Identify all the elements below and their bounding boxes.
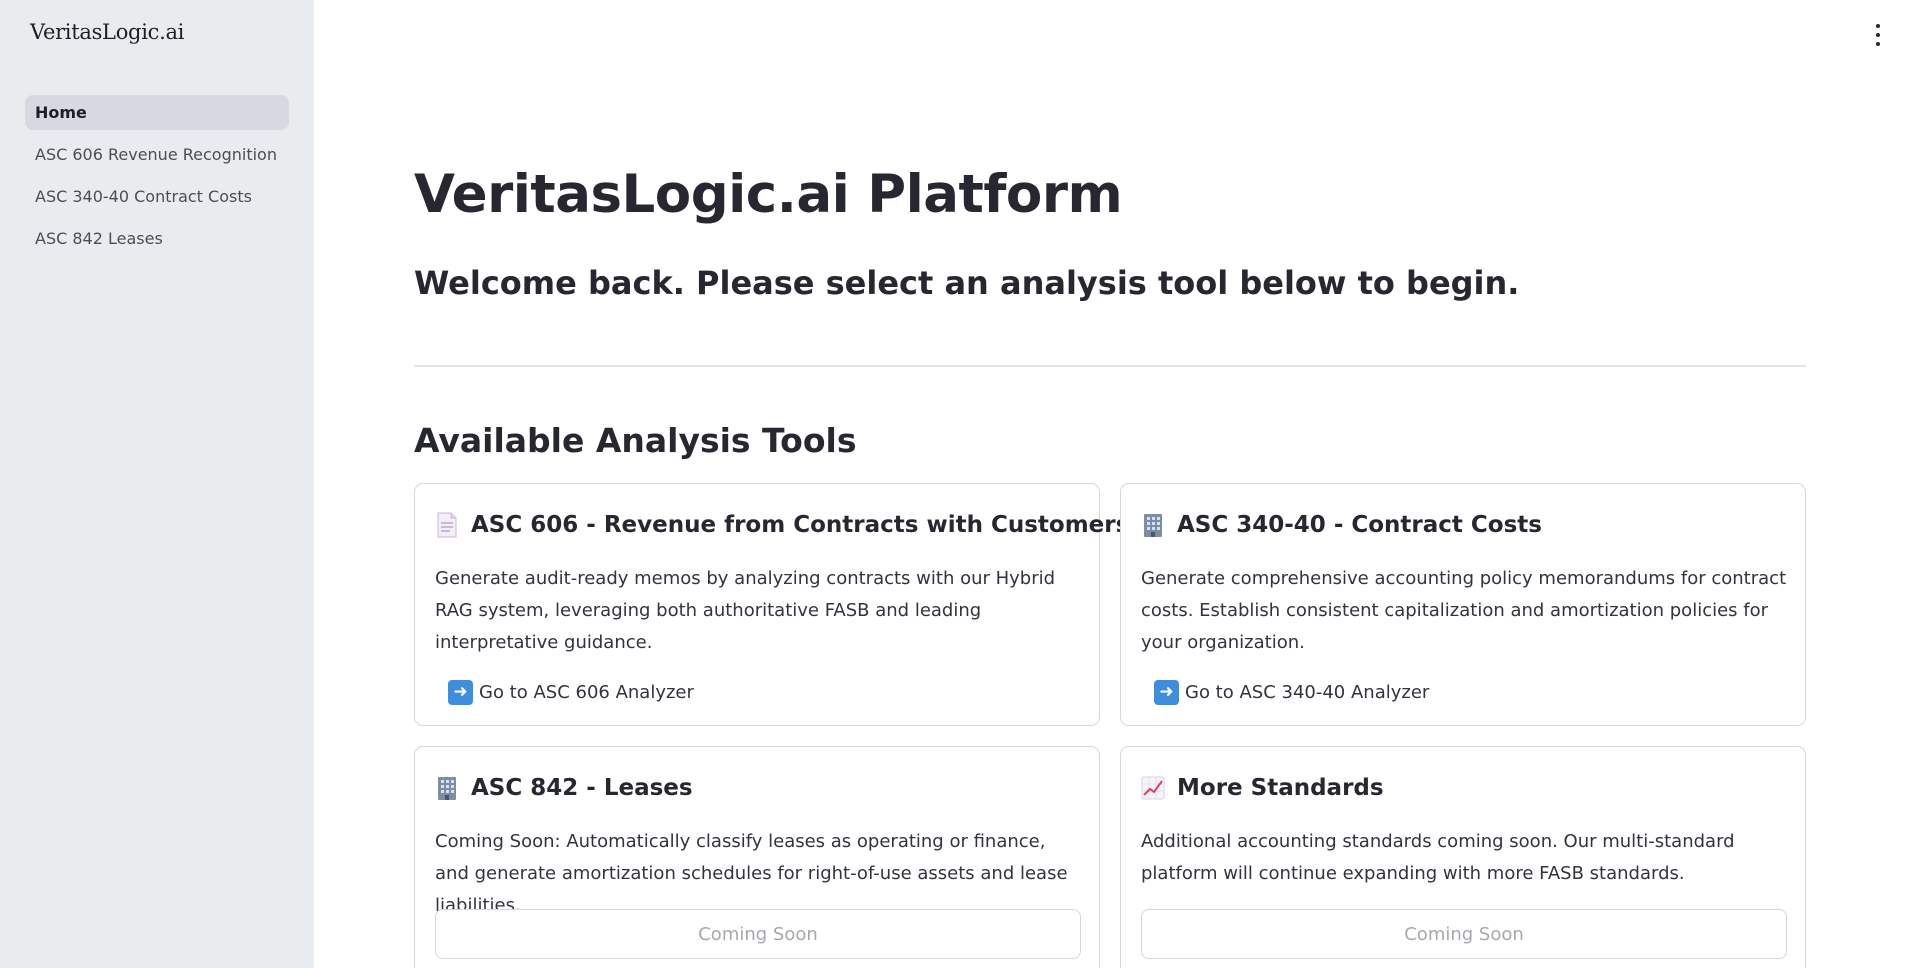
go-to-asc-340-40-link[interactable]: ➜ Go to ASC 340-40 Analyzer [1154,680,1429,705]
link-label: Go to ASC 340-40 Analyzer [1185,682,1430,703]
sidebar-item-asc-340-40[interactable]: ASC 340-40 Contract Costs [25,179,289,214]
go-to-asc-606-link[interactable]: ➜ Go to ASC 606 Analyzer [448,680,694,705]
card-header: ASC 606 - Revenue from Contracts with Cu… [435,512,1129,538]
coming-soon-button[interactable]: Coming Soon [1141,909,1787,959]
office-building-icon [1141,512,1165,538]
sidebar-nav: Home ASC 606 Revenue Recognition ASC 340… [25,95,289,263]
sidebar-item-asc-606[interactable]: ASC 606 Revenue Recognition [25,137,289,172]
card-header: More Standards [1141,775,1384,801]
sidebar: VeritasLogic.ai Home ASC 606 Revenue Rec… [0,0,314,968]
sidebar-item-asc-842[interactable]: ASC 842 Leases [25,221,289,256]
document-icon [435,512,459,538]
card-header: ASC 340-40 - Contract Costs [1141,512,1542,538]
office-building-icon [435,775,459,801]
card-title: More Standards [1177,775,1384,801]
card-description: Generate audit-ready memos by analyzing … [435,568,1056,653]
tool-card-asc-340-40: ASC 340-40 - Contract Costs Generate com… [1120,483,1806,726]
card-header: ASC 842 - Leases [435,775,693,801]
link-label: Go to ASC 606 Analyzer [479,682,694,703]
brand-logo[interactable]: VeritasLogic.ai [30,20,184,44]
card-description: Generate comprehensive accounting policy… [1141,568,1787,653]
right-arrow-icon: ➜ [448,680,473,705]
welcome-message: Welcome back. Please select an analysis … [414,264,1520,302]
page-title: VeritasLogic.ai Platform [414,164,1123,225]
card-title: ASC 842 - Leases [471,775,693,801]
card-description: Additional accounting standards coming s… [1141,831,1735,884]
card-title: ASC 606 - Revenue from Contracts with Cu… [471,512,1130,538]
card-description: Coming Soon: Automatically classify leas… [435,831,1068,916]
tool-card-asc-842: ASC 842 - Leases Coming Soon: Automatica… [414,746,1100,968]
sidebar-item-home[interactable]: Home [25,95,289,130]
kebab-menu-icon[interactable] [1871,24,1885,46]
divider [414,365,1806,367]
card-title: ASC 340-40 - Contract Costs [1177,512,1542,538]
coming-soon-button[interactable]: Coming Soon [435,909,1081,959]
right-arrow-icon: ➜ [1154,680,1179,705]
tool-card-more-standards: More Standards Additional accounting sta… [1120,746,1806,968]
tool-card-asc-606: ASC 606 - Revenue from Contracts with Cu… [414,483,1129,726]
section-title: Available Analysis Tools [414,421,857,460]
chart-increasing-icon [1141,775,1165,801]
